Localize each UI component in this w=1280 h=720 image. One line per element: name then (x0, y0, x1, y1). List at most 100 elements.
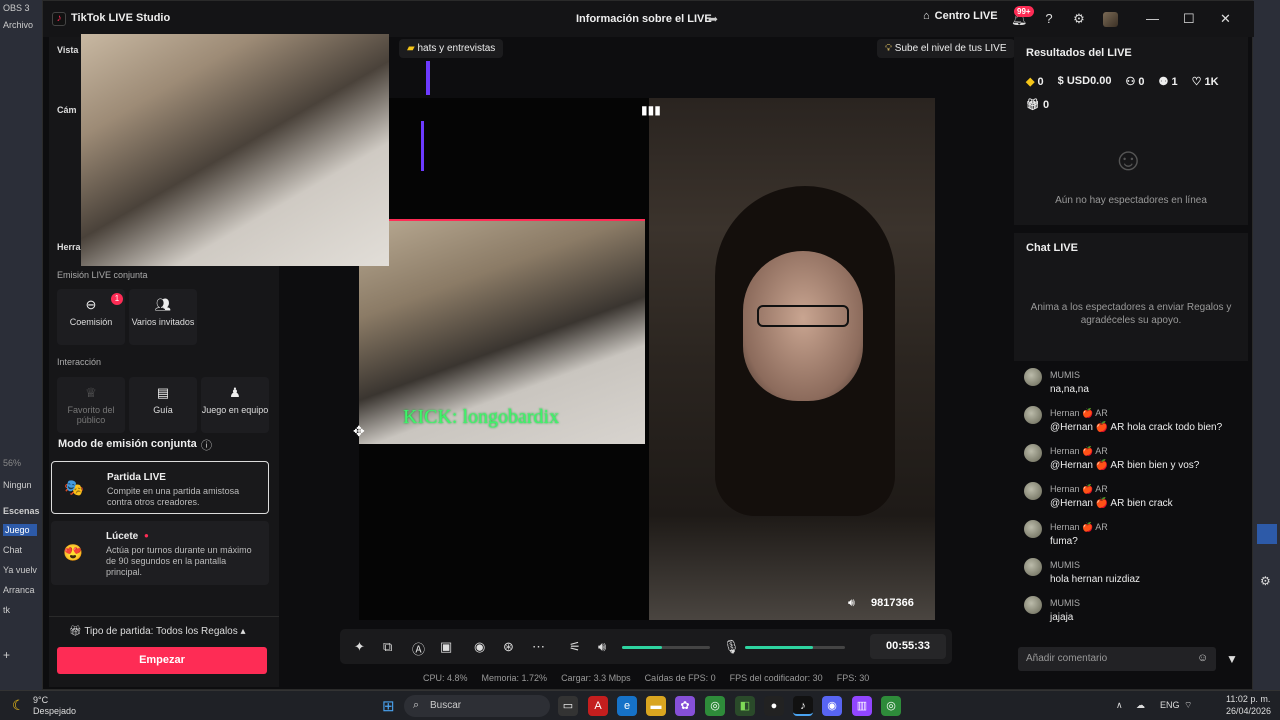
chat-username[interactable]: Hernan 🍎 AR (1050, 408, 1108, 419)
record-icon[interactable]: ◉ (474, 639, 485, 655)
close-icon[interactable]: ✕ (1220, 11, 1231, 27)
vista-label: Vista (57, 45, 79, 55)
avatar[interactable] (1024, 406, 1042, 424)
tipo-partida-dropdown[interactable]: 🎁︎ Tipo de partida: Todos los Regalos ▴ (69, 626, 246, 637)
avatar[interactable] (1024, 596, 1042, 614)
help-icon[interactable]: ⓘ (201, 437, 212, 453)
microphone-icon[interactable]: 🎙︎ (723, 639, 740, 655)
clock-date[interactable]: 26/04/2026 (1226, 706, 1271, 716)
empezar-button[interactable]: Empezar (57, 647, 267, 674)
filter-icon[interactable]: ▼ (1226, 652, 1238, 666)
partida-live-card[interactable]: 🎭 Partida LIVE Compite en una partida am… (51, 461, 269, 514)
diamonds-value: 0 (1037, 76, 1044, 88)
tiktok-logo-icon: ♪ (52, 12, 66, 26)
results-title: Resultados del LIVE (1026, 47, 1132, 59)
volume-icon[interactable]: 🔊︎ (598, 639, 606, 655)
maximize-icon[interactable]: ☐ (1183, 11, 1195, 27)
tray-chevron-icon[interactable]: ∧ (1116, 700, 1123, 711)
chrome-profile-icon[interactable]: ◎ (881, 696, 901, 716)
volume-slider[interactable] (622, 646, 710, 649)
minimize-icon[interactable]: — (1146, 11, 1159, 26)
weather-temp[interactable]: 9°C (33, 695, 48, 705)
language-indicator[interactable]: ENG (1160, 700, 1180, 710)
coemision-button[interactable]: ⊖ Coemisión 1 (57, 289, 125, 345)
cloud-icon[interactable]: ☁ (1136, 700, 1145, 711)
weather-desc[interactable]: Despejado (33, 706, 76, 716)
share-icon[interactable]: ➦ (708, 12, 718, 26)
diamonds-stat: ◆ 0 (1026, 75, 1044, 88)
chat-message: MUMIS hola hernan ruizdiaz (1024, 558, 1244, 588)
avatar[interactable] (1024, 558, 1042, 576)
varios-invitados-button[interactable]: 👥︎ Varios invitados (129, 289, 197, 345)
discord-icon[interactable]: ◉ (822, 696, 842, 716)
interaccion-label: Interacción (57, 357, 102, 367)
avatar[interactable] (1024, 482, 1042, 500)
chat-panel-header: Chat LIVE Anima a los espectadores a env… (1014, 233, 1248, 361)
obs-zoom: 56% (3, 458, 22, 468)
profile-avatar[interactable] (1103, 12, 1118, 27)
obs-transition[interactable]: Ningun (3, 480, 32, 490)
mic-slider[interactable] (745, 646, 845, 649)
live-info-title[interactable]: Información sobre el LIVE (576, 13, 712, 25)
taskbar-search[interactable]: ⌕ Buscar (404, 695, 550, 717)
comment-input[interactable]: Añadir comentario (1018, 647, 1216, 671)
gear-icon[interactable]: ⚙ (1260, 574, 1271, 588)
nvidia-icon[interactable]: ◧ (735, 696, 755, 716)
favorito-publico-button[interactable]: ♕ Favorito del público (57, 377, 125, 433)
obs-menu-archivo[interactable]: Archivo (3, 20, 33, 30)
twitch-icon[interactable]: ▥ (852, 696, 872, 716)
chat-prompt: Anima a los espectadores a enviar Regalo… (1030, 302, 1232, 326)
obs-scene-item[interactable]: Juego (3, 524, 37, 536)
chat-username[interactable]: Hernan 🍎 AR (1050, 446, 1108, 457)
guia-button[interactable]: ▤ Guía (129, 377, 197, 433)
layout-icon[interactable]: ▣ (440, 639, 452, 655)
chats-entrevistas-pill[interactable]: ▰ hats y entrevistas (399, 39, 504, 58)
obs-scene-item[interactable]: Chat (3, 545, 22, 555)
edge-icon[interactable]: e (617, 696, 637, 716)
chat-username[interactable]: MUMIS (1050, 560, 1080, 570)
obs-icon[interactable]: ● (764, 696, 784, 716)
avatar[interactable] (1024, 444, 1042, 462)
chat-username[interactable]: MUMIS (1050, 370, 1080, 380)
sube-nivel-pill[interactable]: 💡︎ Sube el nivel de tus LIVE (877, 39, 1015, 58)
emoji-icon[interactable]: ☺ (1197, 652, 1208, 664)
network-icon[interactable]: ⌔ (1184, 700, 1192, 711)
obs-scene-item[interactable]: tk (3, 605, 10, 615)
guest-counter: 9817366 (871, 597, 914, 609)
copilot-icon[interactable]: ✿ (675, 696, 695, 716)
pdf-app-icon[interactable]: A (588, 696, 608, 716)
chat-text: jajaja (1050, 612, 1074, 623)
settings-gear-icon[interactable]: ⚙ (1071, 11, 1087, 27)
kick-overlay-text: KICK: longobardix (403, 406, 560, 428)
file-explorer-icon[interactable]: ▬ (646, 696, 666, 716)
juego-equipo-button[interactable]: ♟ Juego en equipo (201, 377, 269, 433)
task-view-icon[interactable]: ▭ (558, 696, 578, 716)
windows-start-icon[interactable]: ⊞ (382, 697, 395, 715)
clock-time[interactable]: 11:02 p. m. (1226, 694, 1270, 704)
move-cursor-icon: ✥ (353, 423, 365, 439)
effects-icon[interactable]: ⧉ (383, 639, 392, 655)
more-icon[interactable]: ⋯ (532, 639, 545, 655)
chrome-icon[interactable]: ◎ (705, 696, 725, 716)
gift-icon: 🎁︎ (69, 626, 82, 637)
magic-wand-icon[interactable]: ✦ (354, 639, 365, 655)
tiktok-studio-icon[interactable]: ♪ (793, 696, 813, 716)
obs-add-icon[interactable]: + (3, 648, 10, 662)
ai-icon[interactable]: Ⓐ (412, 639, 425, 658)
centro-live-button[interactable]: ⌂ Centro LIVE (923, 10, 998, 22)
viewers-stat: ⚇ 0 (1125, 75, 1144, 88)
avatar[interactable] (1024, 520, 1042, 538)
obs-scenes-header: Escenas (3, 506, 40, 516)
obs-scene-item[interactable]: Arranca (3, 585, 35, 595)
lucete-card[interactable]: 😍 Lúcete ● Actúa por turnos durante un m… (51, 521, 269, 585)
help-icon[interactable]: ? (1041, 11, 1057, 27)
chat-username[interactable]: Hernan 🍎 AR (1050, 484, 1108, 495)
obs-scene-item[interactable]: Ya vuelv (3, 565, 37, 575)
avatar[interactable] (1024, 368, 1042, 386)
gifts-stat: 🎁︎ 0 (1026, 98, 1049, 111)
speaker-icon[interactable]: 🔊︎ (848, 597, 855, 610)
chat-username[interactable]: MUMIS (1050, 598, 1080, 608)
replay-icon[interactable]: ⊛ (503, 639, 514, 655)
adjust-icon[interactable]: ⚟ (569, 639, 581, 655)
chat-username[interactable]: Hernan 🍎 AR (1050, 522, 1108, 533)
